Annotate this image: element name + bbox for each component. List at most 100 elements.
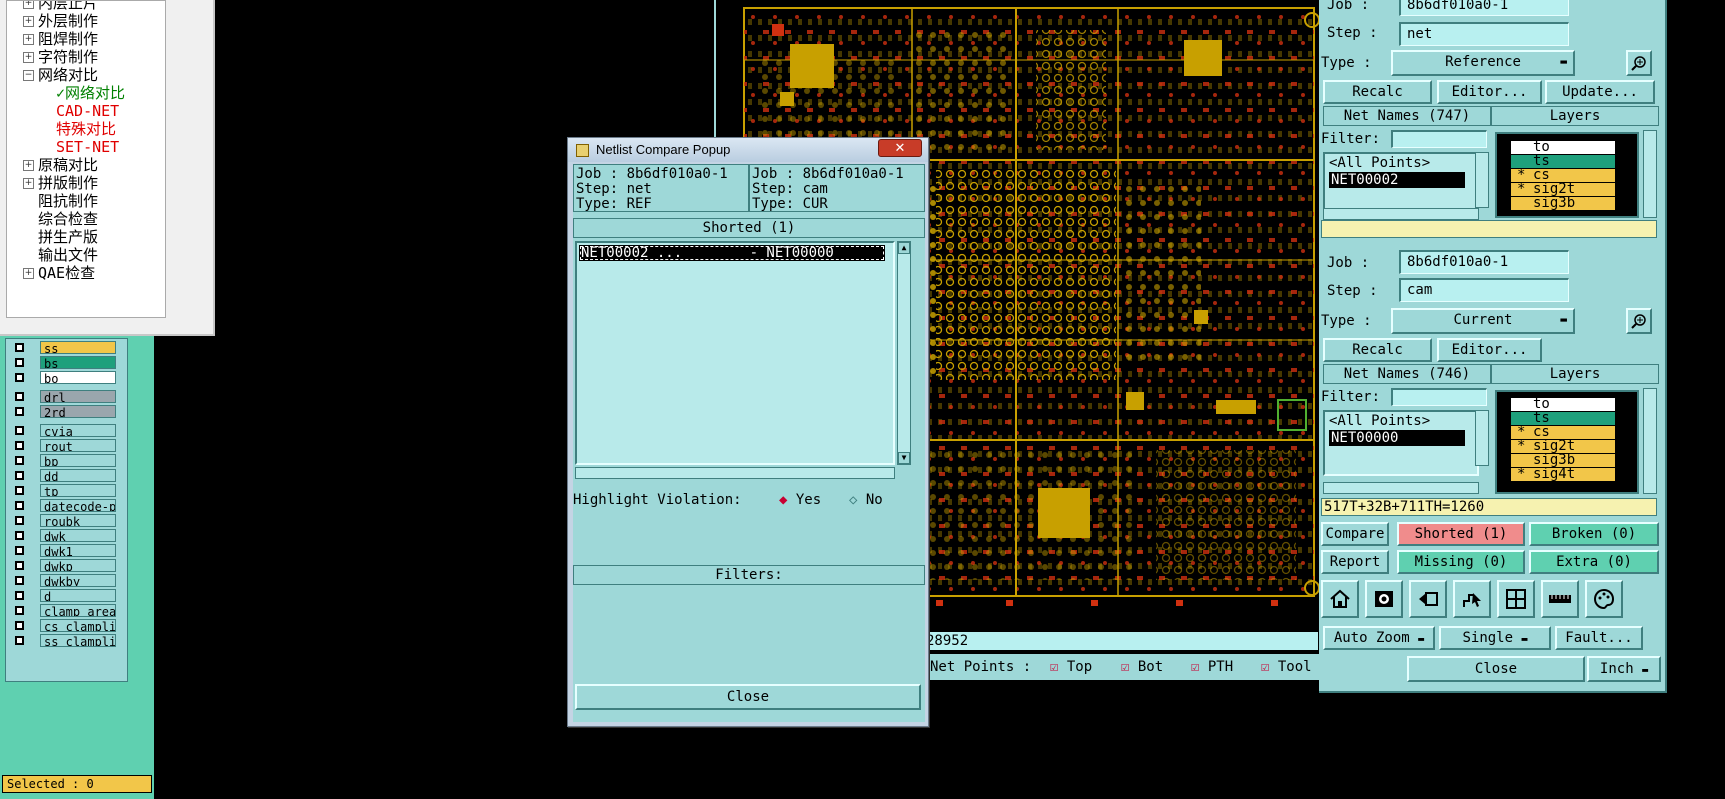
ref-filter-input[interactable]	[1391, 130, 1487, 148]
checkbox-icon[interactable]	[14, 575, 25, 586]
checkbox-icon[interactable]	[14, 357, 25, 368]
violation-hscroll[interactable]	[575, 467, 895, 479]
checkbox-icon[interactable]	[14, 406, 25, 417]
checkbox-icon[interactable]	[14, 425, 25, 436]
checkbox-icon[interactable]	[14, 530, 25, 541]
checkbox-icon[interactable]	[14, 440, 25, 451]
ref-net-hscroll[interactable]	[1323, 208, 1479, 220]
ref-job-field[interactable]: 8b6df010a0-1	[1399, 0, 1569, 16]
layer-row[interactable]: drl	[6, 390, 129, 404]
expand-icon[interactable]: +	[23, 1, 34, 9]
popup-close-x[interactable]: ✕	[878, 139, 922, 157]
shorted-button[interactable]: Shorted (1)	[1397, 522, 1525, 546]
single-dropdown[interactable]: Single ▬	[1439, 626, 1551, 650]
layer-row[interactable]: bp	[6, 454, 129, 468]
checkbox-icon[interactable]	[14, 515, 25, 526]
tree-item[interactable]: + 原稿对比	[23, 156, 125, 174]
highlight-no-radio[interactable]: ◇ No	[849, 491, 883, 509]
cur-net-list[interactable]: <All Points> NET00000	[1323, 410, 1479, 476]
popup-titlebar[interactable]: Netlist Compare Popup ✕	[568, 138, 928, 162]
checkbox-icon[interactable]	[14, 620, 25, 631]
checkbox-icon[interactable]	[14, 605, 25, 616]
tree-item[interactable]: 特殊对比	[23, 120, 125, 138]
tree-item[interactable]: + 阻焊制作	[23, 30, 125, 48]
scroll-up-icon[interactable]: ▲	[898, 242, 910, 254]
fault-button[interactable]: Fault...	[1555, 626, 1643, 650]
cur-layer-chips[interactable]: to ts * cs * sig2t sig3b * sig4t	[1495, 390, 1639, 494]
layer-row[interactable]: bo	[6, 371, 129, 385]
layer-row[interactable]: d	[6, 589, 129, 603]
ref-layer-chips[interactable]: to ts * cs * sig2t sig3b	[1495, 132, 1639, 218]
ref-all-points[interactable]: <All Points>	[1325, 154, 1477, 172]
layer-chip[interactable]: * sig4t	[1511, 467, 1615, 481]
layer-chip[interactable]: ts	[1511, 154, 1615, 168]
layer-row[interactable]: clamp_area	[6, 604, 129, 618]
expand-icon[interactable]: +	[23, 16, 34, 27]
tree-item[interactable]: ✓网络对比	[23, 84, 125, 102]
expand-icon[interactable]: +	[23, 268, 34, 279]
checkbox-icon[interactable]	[14, 391, 25, 402]
ref-selected-net[interactable]: NET00002	[1329, 172, 1465, 188]
tree-item[interactable]: 阻抗制作	[23, 192, 125, 210]
tree-item[interactable]: + 外层制作	[23, 12, 125, 30]
cur-editor-button[interactable]: Editor...	[1437, 338, 1542, 362]
units-dropdown[interactable]: Inch ▬	[1587, 656, 1661, 682]
cur-selected-net[interactable]: NET00000	[1329, 430, 1465, 446]
ref-editor-button[interactable]: Editor...	[1437, 80, 1542, 104]
violation-list[interactable]: NET00002 ... - NET00000	[575, 241, 895, 465]
tree-item[interactable]: 拼生产版	[23, 228, 125, 246]
scroll-down-icon[interactable]: ▼	[898, 452, 910, 464]
layer-row[interactable]: dd	[6, 469, 129, 483]
collapse-icon[interactable]: −	[23, 70, 34, 81]
cur-all-points[interactable]: <All Points>	[1325, 412, 1477, 430]
np-top-toggle[interactable]: ☑ Top	[1050, 654, 1092, 680]
layer-chip[interactable]: to	[1511, 140, 1615, 154]
cur-net-scrollbar[interactable]	[1475, 410, 1489, 466]
checkbox-icon[interactable]	[14, 372, 25, 383]
settings-button[interactable]	[1585, 580, 1623, 618]
expand-icon[interactable]: +	[23, 34, 34, 45]
ref-update-button[interactable]: Update...	[1545, 80, 1655, 104]
layer-row[interactable]: dwk	[6, 529, 129, 543]
cur-recalc-button[interactable]: Recalc	[1323, 338, 1432, 362]
missing-button[interactable]: Missing (0)	[1397, 550, 1525, 574]
report-button[interactable]: Report	[1321, 550, 1389, 574]
tree-item[interactable]: 输出文件	[23, 246, 125, 264]
layer-row[interactable]: dwkby	[6, 574, 129, 588]
checkbox-icon[interactable]	[14, 560, 25, 571]
highlight-yes-radio[interactable]: ◆ Yes	[779, 491, 821, 509]
checkbox-icon[interactable]	[14, 500, 25, 511]
undo-view-button[interactable]	[1409, 580, 1447, 618]
layer-row[interactable]: tp	[6, 484, 129, 498]
checkbox-icon[interactable]	[14, 485, 25, 496]
checkbox-icon[interactable]	[14, 635, 25, 646]
checkbox-icon[interactable]	[14, 342, 25, 353]
compare-button[interactable]: Compare	[1321, 522, 1389, 546]
layer-row[interactable]: roubk	[6, 514, 129, 528]
tree-item[interactable]: + QAE检查	[23, 264, 125, 282]
checkbox-icon[interactable]	[14, 590, 25, 601]
np-tool-toggle[interactable]: ☑ Tool	[1261, 654, 1312, 680]
checkbox-icon[interactable]	[14, 470, 25, 481]
layer-row[interactable]: dwkp	[6, 559, 129, 573]
checkbox-icon[interactable]	[14, 545, 25, 556]
ref-type-dropdown[interactable]: Reference ▬	[1391, 50, 1575, 76]
layer-row[interactable]: ss	[6, 341, 129, 355]
extra-button[interactable]: Extra (0)	[1529, 550, 1659, 574]
checkbox-icon[interactable]	[14, 455, 25, 466]
window-zoom-button[interactable]	[1497, 580, 1535, 618]
expand-icon[interactable]: +	[23, 178, 34, 189]
np-pth-toggle[interactable]: ☑ PTH	[1191, 654, 1233, 680]
snapshot-button[interactable]	[1365, 580, 1403, 618]
layer-row[interactable]: dwk1	[6, 544, 129, 558]
tree-item[interactable]: SET-NET	[23, 138, 125, 156]
auto-zoom-dropdown[interactable]: Auto Zoom ▬	[1323, 626, 1435, 650]
ref-step-field[interactable]: net	[1399, 22, 1569, 46]
layer-row[interactable]: cs_clampline	[6, 619, 129, 633]
tree-item[interactable]: 综合检查	[23, 210, 125, 228]
ref-net-scrollbar[interactable]	[1475, 152, 1489, 208]
analyzer-close-button[interactable]: Close	[1407, 656, 1585, 682]
layer-chip[interactable]: sig3b	[1511, 196, 1615, 210]
cur-zoom-button[interactable]	[1626, 308, 1652, 334]
ref-layer-scrollbar[interactable]	[1643, 130, 1657, 218]
